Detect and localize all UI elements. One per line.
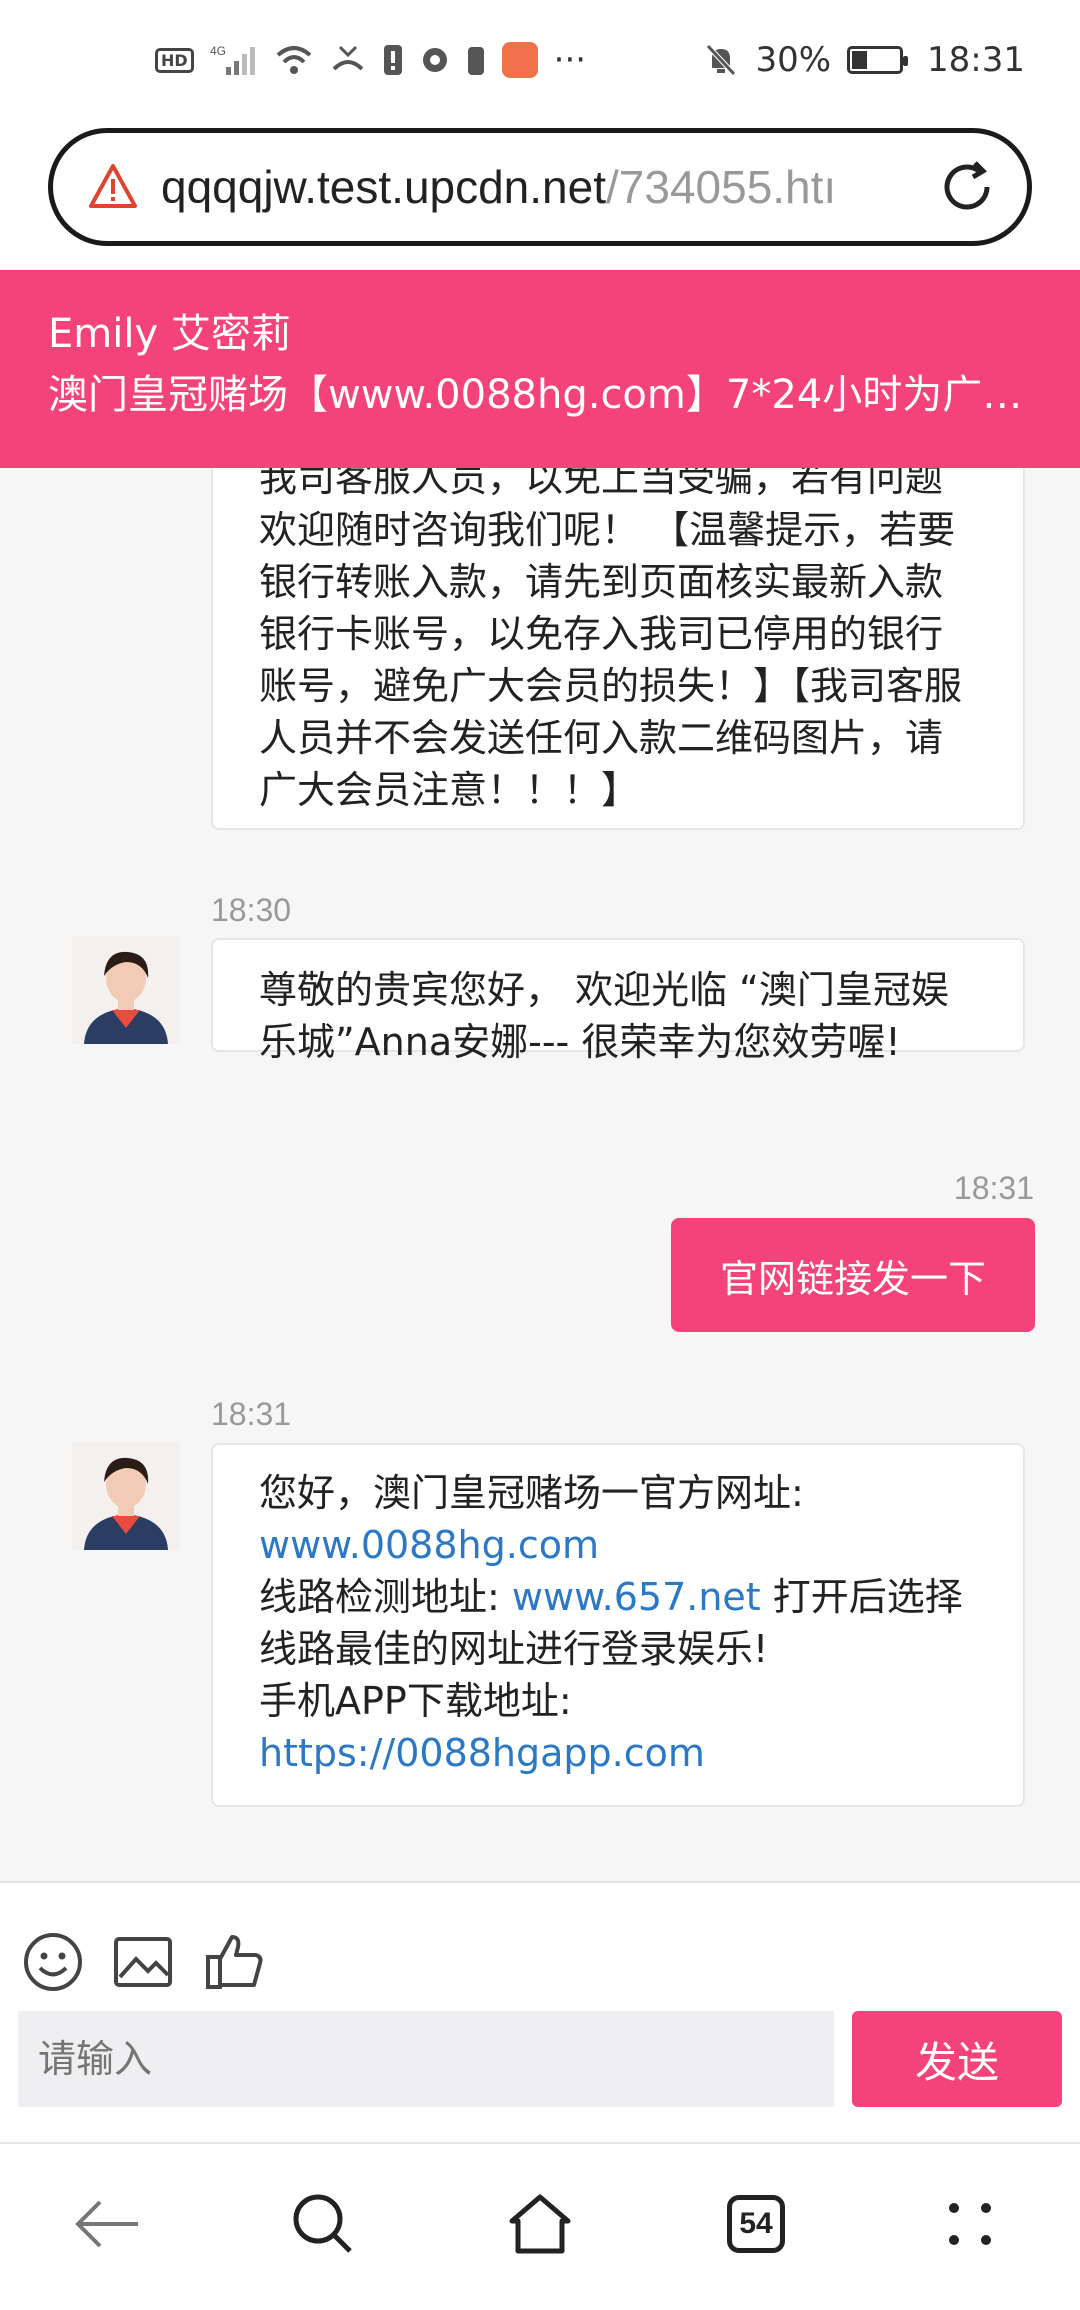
message-text: 官网链接发一下 (719, 1256, 986, 1301)
status-right-icons: 30% 18:31 (703, 40, 1025, 80)
message-bubble: 尊敬的贵宾您好， 欢迎光临 “澳门皇冠娱乐城”Anna安娜--- 很荣幸为您效劳… (211, 938, 1025, 1064)
battery-icon (847, 46, 909, 74)
back-button[interactable] (68, 2184, 148, 2264)
browser-toolbar: qqqqjw.test.upcdn.net/734055.htı (0, 120, 1080, 270)
chat-header: Emily 艾密莉 澳门皇冠赌场【www.0088hg.com】7*24小时为广… (0, 270, 1080, 468)
circle-app-icon (420, 45, 450, 75)
message-bubble: 我司客服人员，以免上当受骗，若有问题 欢迎随时咨询我们呢！ 【温馨提示，若要银行… (211, 468, 1025, 830)
message-text-partial: 我司客服人员，以免上当受骗，若有问题 (259, 468, 944, 500)
message-time: 18:30 (211, 892, 292, 928)
thumbs-up-icon[interactable] (204, 1931, 266, 1993)
message-input[interactable] (18, 2011, 834, 2107)
agent-avatar (72, 936, 180, 1044)
reload-icon[interactable] (935, 155, 999, 219)
mute-bell-icon (703, 42, 739, 78)
battery-percent: 30% (755, 40, 832, 80)
status-bar: HD 4G ··· 30% 18:31 (0, 0, 1080, 120)
line-check-link[interactable]: www.657.net (512, 1575, 761, 1619)
app-notification-icon (501, 42, 538, 78)
tabs-button[interactable]: 54 (716, 2184, 796, 2264)
warning-icon[interactable] (87, 161, 139, 213)
app-download-link[interactable]: https://0088hgapp.com (259, 1731, 705, 1775)
network-type-label: 4G (210, 44, 226, 58)
wifi-icon (274, 43, 314, 77)
agent-name: Emily 艾密莉 (48, 311, 291, 357)
agent-avatar (72, 1442, 180, 1550)
signal-icon: 4G (210, 43, 258, 77)
message-time: 18:31 (953, 1170, 1034, 1206)
url-host: qqqqjw.test.upcdn.net (161, 161, 606, 213)
home-icon (509, 2194, 571, 2254)
website-link[interactable]: www.0088hg.com (259, 1523, 599, 1567)
missed-call-icon (330, 43, 366, 77)
more-notifications-label: ··· (553, 40, 587, 80)
sent-message-bubble: 官网链接发一下 (671, 1218, 1035, 1332)
message-text: 线路检测地址: (259, 1575, 500, 1619)
message-text: 尊敬的贵宾您好， 欢迎光临 “澳门皇冠娱乐城”Anna安娜--- 很荣幸为您效劳… (259, 968, 949, 1064)
header-subtitle: 澳门皇冠赌场【www.0088hg.com】7*24小时为广… (48, 372, 1023, 418)
chat-messages[interactable]: 我司客服人员，以免上当受骗，若有问题 欢迎随时咨询我们呢！ 【温馨提示，若要银行… (0, 468, 1080, 1881)
url-path: /734055.htı (606, 161, 837, 213)
emoji-icon[interactable] (22, 1931, 84, 1993)
browser-nav-bar: 54 (0, 2142, 1080, 2310)
message-text: 您好，澳门皇冠赌场一官方网址: (259, 1471, 804, 1515)
url-text[interactable]: qqqqjw.test.upcdn.net/734055.htı (161, 160, 891, 214)
message-composer: 发送 (0, 1881, 1080, 2142)
tabs-count: 54 (727, 2195, 785, 2253)
search-icon (293, 2194, 352, 2253)
battery-app-icon (466, 43, 486, 77)
message-text: 手机APP下载地址: (259, 1679, 572, 1723)
home-button[interactable] (500, 2184, 580, 2264)
message-time: 18:31 (211, 1396, 292, 1432)
menu-button[interactable] (930, 2184, 1010, 2264)
message-bubble: 您好，澳门皇冠赌场一官方网址: www.0088hg.com 线路检测地址: w… (211, 1443, 1025, 1807)
notification-alert-icon (382, 43, 404, 77)
address-bar[interactable]: qqqqjw.test.upcdn.net/734055.htı (48, 128, 1032, 246)
hd-icon: HD (155, 47, 194, 73)
status-time: 18:31 (927, 40, 1025, 80)
image-icon[interactable] (112, 1931, 174, 1993)
message-text: 欢迎随时咨询我们呢！ 【温馨提示，若要银行转账入款，请先到页面核实最新入款银行卡… (259, 508, 963, 812)
status-left-icons: HD 4G ··· (155, 40, 586, 80)
send-button[interactable]: 发送 (852, 2011, 1062, 2107)
search-button[interactable] (283, 2184, 363, 2264)
menu-dots-icon (949, 2203, 991, 2245)
